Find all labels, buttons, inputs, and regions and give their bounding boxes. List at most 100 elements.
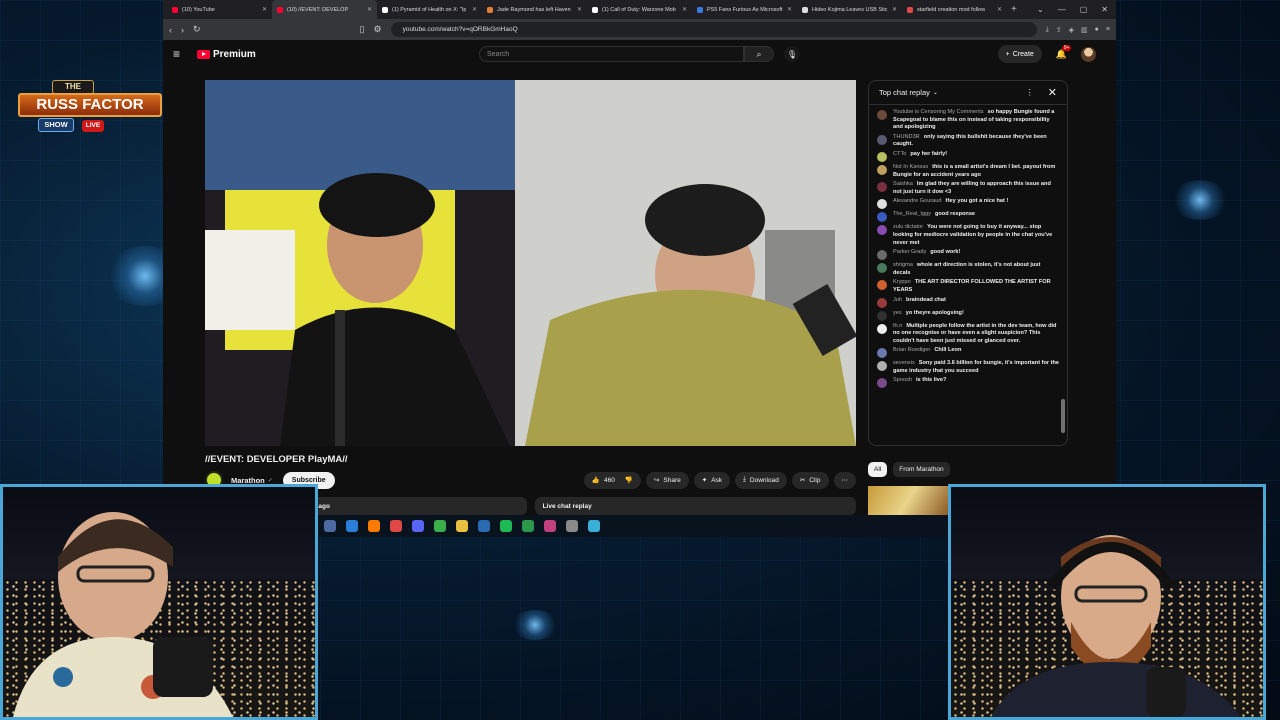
chat-author[interactable]: Kryppo: [893, 279, 911, 285]
chat-mode-dropdown[interactable]: Top chat replay: [879, 88, 930, 97]
chat-avatar[interactable]: [877, 263, 887, 274]
chat-author[interactable]: The_Real_Iggy: [893, 211, 931, 217]
profile-icon[interactable]: ●: [1095, 26, 1099, 34]
chat-avatar[interactable]: [877, 323, 887, 334]
chat-author[interactable]: th.n: [893, 323, 902, 329]
taskbar-app-icon[interactable]: [456, 520, 468, 532]
search-icon[interactable]: ⌕: [744, 46, 774, 62]
chat-avatar[interactable]: [877, 164, 887, 175]
url-field[interactable]: youtube.com/watch?v=qORBkGmHaoQ: [390, 22, 1037, 37]
chat-avatar[interactable]: [877, 199, 887, 210]
chat-author[interactable]: shrigma: [893, 262, 913, 268]
tab-close-icon[interactable]: ✕: [997, 6, 1002, 13]
share-button[interactable]: ↪ Share: [645, 471, 689, 489]
chat-avatar[interactable]: [877, 378, 887, 389]
chip-from-channel[interactable]: From Marathon: [893, 462, 950, 477]
browser-tab[interactable]: (1) Pyramid of Health on X: "Ip ✕: [377, 0, 482, 19]
close-icon[interactable]: ✕: [1048, 86, 1057, 99]
chat-avatar[interactable]: [877, 212, 887, 223]
chat-author[interactable]: Alexandre Gouraud: [893, 198, 942, 204]
video-player[interactable]: [205, 80, 856, 446]
download-icon[interactable]: ⤓: [1046, 26, 1049, 34]
chat-author[interactable]: CTTo: [893, 151, 906, 157]
taskbar-app-icon[interactable]: [368, 520, 380, 532]
chat-author[interactable]: Brian Roediger: [893, 347, 930, 353]
back-icon[interactable]: ‹: [169, 25, 172, 35]
chat-author[interactable]: Not In Kansas: [893, 164, 928, 170]
recommended-video-thumbnail[interactable]: [868, 486, 948, 515]
chat-author[interactable]: Youtube is Censoring My Comments: [893, 109, 984, 115]
taskbar-app-icon[interactable]: [346, 520, 358, 532]
browser-tab[interactable]: Hideo Kojima Leaves USB Stic ✕: [797, 0, 902, 19]
chevron-down-icon[interactable]: ⌄: [933, 89, 938, 96]
live-chat-replay-box[interactable]: Live chat replay: [534, 497, 856, 515]
chat-avatar[interactable]: [877, 225, 887, 236]
chat-author[interactable]: THUND3R: [893, 134, 920, 140]
browser-tab[interactable]: (10) //EVENT: DEVELOP ✕: [272, 0, 377, 19]
tab-close-icon[interactable]: ✕: [262, 6, 267, 13]
new-tab-icon[interactable]: +: [1011, 4, 1017, 15]
clip-button[interactable]: ✂ Clip: [791, 471, 829, 489]
youtube-logo[interactable]: Premium: [197, 49, 256, 60]
taskbar-app-icon[interactable]: [500, 520, 512, 532]
tab-search-icon[interactable]: ⌄: [1037, 5, 1044, 14]
sidebar-icon[interactable]: ▥: [1081, 26, 1088, 34]
browser-tab[interactable]: (1) Call of Duty: Warzone Mob ✕: [587, 0, 692, 19]
ask-button[interactable]: ✦ Ask: [693, 471, 731, 489]
chat-author[interactable]: yes: [893, 310, 902, 316]
forward-icon[interactable]: ›: [181, 25, 184, 35]
chat-avatar[interactable]: [877, 250, 887, 261]
like-button[interactable]: 👍 460 👎: [583, 471, 641, 489]
tab-close-icon[interactable]: ✕: [682, 6, 687, 13]
chat-avatar[interactable]: [877, 182, 887, 193]
chat-author[interactable]: Saishka: [893, 181, 913, 187]
taskbar-app-icon[interactable]: [588, 520, 600, 532]
taskbar-app-icon[interactable]: [390, 520, 402, 532]
taskbar-app-icon[interactable]: [434, 520, 446, 532]
site-info-icon[interactable]: ⚙: [374, 24, 382, 35]
chat-author[interactable]: Parker Grady: [893, 249, 926, 255]
chat-scrollbar[interactable]: [1061, 399, 1065, 433]
taskbar-app-icon[interactable]: [522, 520, 534, 532]
maximize-icon[interactable]: ▢: [1080, 5, 1088, 14]
notifications-icon[interactable]: 🔔 9+: [1056, 44, 1072, 60]
chat-avatar[interactable]: [877, 134, 887, 145]
menu-icon[interactable]: ≡: [1106, 26, 1110, 34]
taskbar-app-icon[interactable]: [324, 520, 336, 532]
taskbar-app-icon[interactable]: [544, 520, 556, 532]
search-input[interactable]: Search: [479, 46, 744, 62]
tab-close-icon[interactable]: ✕: [367, 6, 372, 13]
more-actions-icon[interactable]: ⋯: [833, 471, 856, 489]
chat-avatar[interactable]: [877, 280, 887, 291]
hamburger-icon[interactable]: ≡: [173, 47, 193, 61]
chat-author[interactable]: sevensix: [893, 360, 915, 366]
bookmark-icon[interactable]: ▯: [360, 24, 365, 35]
download-button[interactable]: ⤓ Download: [735, 471, 787, 489]
browser-tab[interactable]: PS5 Fans Furious As Microsoft ✕: [692, 0, 797, 19]
close-window-icon[interactable]: ✕: [1101, 5, 1108, 14]
avatar[interactable]: [1081, 46, 1096, 62]
chat-author[interactable]: Juh: [893, 297, 902, 303]
chat-author[interactable]: Spoosh: [893, 377, 912, 383]
taskbar-app-icon[interactable]: [478, 520, 490, 532]
chat-avatar[interactable]: [877, 151, 887, 162]
taskbar-app-icon[interactable]: [566, 520, 578, 532]
share-icon[interactable]: ⇪: [1056, 26, 1062, 34]
browser-tab[interactable]: (10) YouTube ✕: [167, 0, 272, 19]
reload-icon[interactable]: ↻: [193, 24, 201, 35]
chat-avatar[interactable]: [877, 110, 887, 120]
create-button[interactable]: + Create: [997, 45, 1042, 63]
tab-close-icon[interactable]: ✕: [787, 6, 792, 13]
mic-icon[interactable]: 🎙: [784, 46, 800, 62]
puzzle-icon[interactable]: ◈: [1069, 26, 1074, 34]
chat-avatar[interactable]: [877, 361, 887, 372]
minimize-icon[interactable]: —: [1058, 5, 1066, 14]
chat-menu-icon[interactable]: ⋮: [1026, 88, 1034, 97]
browser-tab[interactable]: Jade Raymond has left Haven ✕: [482, 0, 587, 19]
taskbar-app-icon[interactable]: [412, 520, 424, 532]
chat-avatar[interactable]: [877, 310, 887, 321]
chat-avatar[interactable]: [877, 297, 887, 308]
browser-tab[interactable]: starfield creation mod follow ✕: [902, 0, 1007, 19]
tab-close-icon[interactable]: ✕: [472, 6, 477, 13]
chat-avatar[interactable]: [877, 348, 887, 359]
